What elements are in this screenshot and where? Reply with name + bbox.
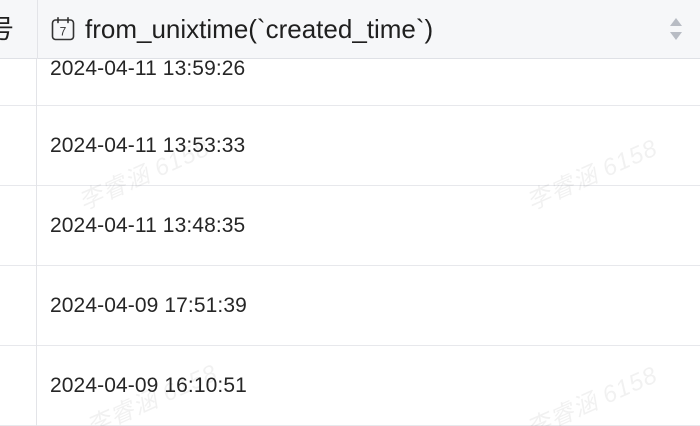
column-divider[interactable]: [37, 0, 38, 59]
table-cell-created-time[interactable]: 2024-04-09 17:51:39: [50, 292, 247, 320]
table-cell-created-time[interactable]: 2024-04-11 13:53:33: [50, 132, 245, 160]
row-number-header[interactable]: 号: [0, 12, 14, 46]
table-row[interactable]: 2024-04-09 17:51:39: [0, 266, 700, 346]
table-cell-created-time[interactable]: 2024-04-11 13:59:26: [50, 55, 245, 83]
calendar-icon: 7: [51, 16, 75, 41]
data-grid: 2024-04-11 13:59:26 2024-04-11 13:53:33 …: [0, 0, 700, 426]
table-row[interactable]: 2024-04-11 13:48:35: [0, 186, 700, 266]
table-header: 号 7 from_unixtime(`created_time`): [0, 0, 700, 59]
column-header-created-time[interactable]: 7 from_unixtime(`created_time`): [50, 11, 433, 47]
table-cell-created-time[interactable]: 2024-04-09 16:10:51: [50, 372, 247, 400]
column-title: from_unixtime(`created_time`): [85, 14, 434, 44]
row-number-column: [0, 0, 37, 426]
sort-icon[interactable]: [665, 15, 687, 43]
table-row[interactable]: 2024-04-11 13:53:33: [0, 106, 700, 186]
table-row[interactable]: 2024-04-09 16:10:51: [0, 346, 700, 426]
calendar-icon-label: 7: [60, 25, 67, 39]
table-cell-created-time[interactable]: 2024-04-11 13:48:35: [50, 212, 245, 240]
